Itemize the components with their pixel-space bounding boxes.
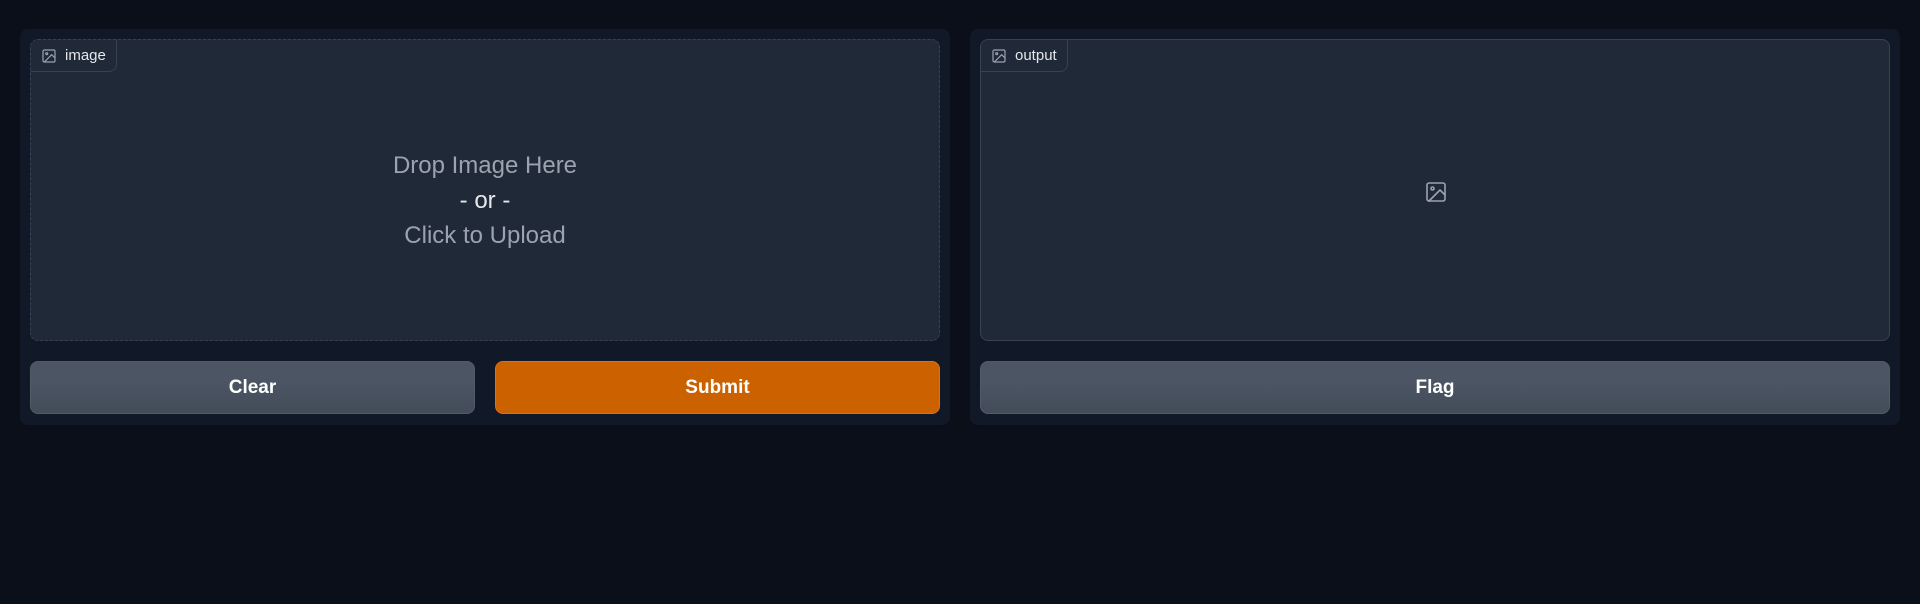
output-label-tag: output xyxy=(981,40,1068,72)
click-to-upload-text: Click to Upload xyxy=(404,222,566,249)
image-upload-dropzone[interactable]: image Drop Image Here - or - Click to Up… xyxy=(30,39,940,341)
output-panel: output Flag xyxy=(970,29,1900,425)
clear-button[interactable]: Clear xyxy=(30,361,475,414)
empty-image-icon xyxy=(1424,180,1448,204)
output-label-text: output xyxy=(1015,47,1057,64)
image-icon xyxy=(991,48,1007,64)
output-image-area: output xyxy=(980,39,1890,341)
drop-image-text: Drop Image Here xyxy=(392,152,578,179)
image-label-tag: image xyxy=(31,40,117,72)
submit-button[interactable]: Submit xyxy=(495,361,940,414)
drop-instructions: Drop Image Here - or - Click to Upload xyxy=(31,148,939,253)
or-text: - or - xyxy=(459,187,511,214)
image-label-text: image xyxy=(65,47,106,64)
input-panel: image Drop Image Here - or - Click to Up… xyxy=(20,29,950,425)
image-icon xyxy=(41,48,57,64)
flag-button[interactable]: Flag xyxy=(980,361,1890,414)
